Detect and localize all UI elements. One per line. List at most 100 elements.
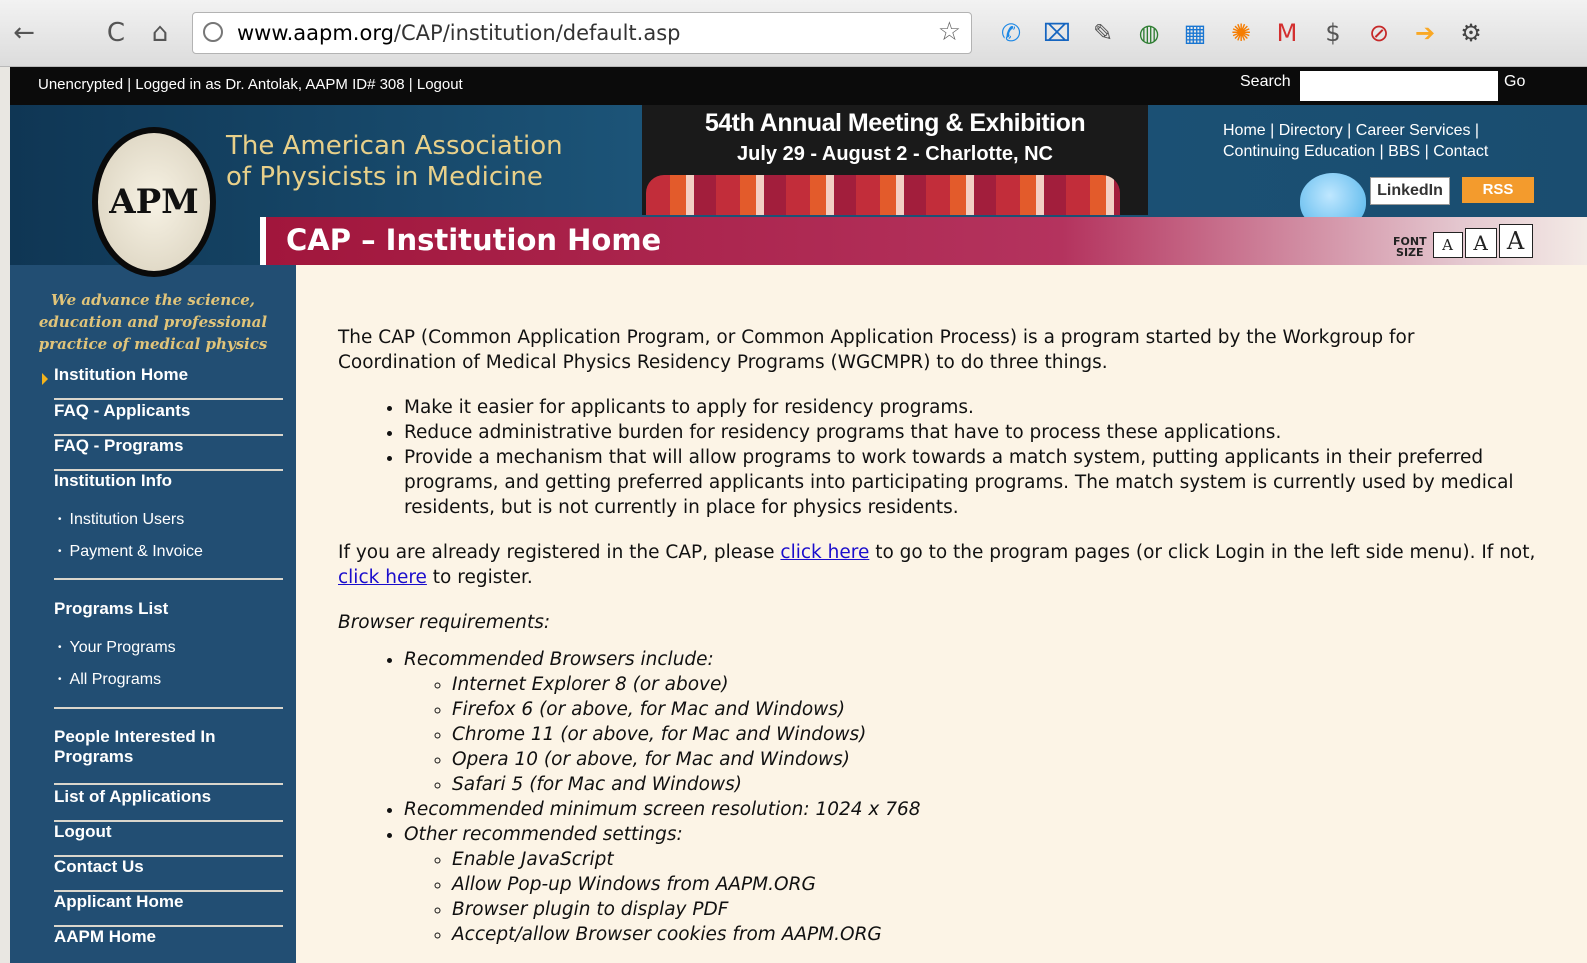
home-icon[interactable]: ⌂ [140, 14, 180, 52]
list-item: Recommended minimum screen resolution: 1… [404, 797, 1538, 822]
sidebar-subitem-payment-invoice[interactable]: Payment & Invoice [58, 543, 203, 561]
font-size-label: FONT SIZE [1393, 236, 1427, 258]
intro-line-2: Coordination of Medical Physics Residenc… [338, 352, 1108, 373]
web-page: Unencrypted | Logged in as Dr. Antolak, … [10, 67, 1587, 963]
globe-icon [203, 22, 223, 42]
extension-bar: ✆ ⌧ ✎ ◍ ▦ ✺ M $ ⊘ ➔ ⚙ [992, 14, 1490, 52]
registration-paragraph: If you are already registered in the CAP… [338, 540, 1538, 590]
tagline-line-1: We advance the science, [50, 291, 256, 309]
sidebar-item-institution-info[interactable]: Institution Info [54, 471, 283, 506]
sidebar-item-people-interested-line-1: People Interested In [54, 727, 216, 746]
stop-icon[interactable]: ⊘ [1360, 14, 1398, 52]
font-size-large-button[interactable]: A [1498, 224, 1533, 258]
top-links-line-2[interactable]: Continuing Education | BBS | Contact [1223, 141, 1488, 162]
sidebar-item-people-interested-line-2: Programs [54, 747, 134, 766]
goals-list: Make it easier for applicants to apply f… [338, 395, 1538, 520]
intro-paragraph: The CAP (Common Application Program, or … [338, 325, 1538, 375]
gear-icon[interactable]: ⚙ [1452, 14, 1490, 52]
wrench-icon[interactable]: ✎ [1084, 14, 1122, 52]
org-name[interactable]: The American Association of Physicists i… [226, 131, 563, 193]
sidebar-item-applicant-home[interactable]: Applicant Home [54, 892, 283, 927]
linkedin-button[interactable]: LinkedIn [1370, 177, 1450, 205]
requirements-list: Recommended Browsers include: Internet E… [338, 647, 1538, 947]
back-icon[interactable]: ← [4, 14, 44, 52]
org-name-line-2: of Physicists in Medicine [226, 162, 543, 192]
gmail-icon[interactable]: M [1268, 14, 1306, 52]
login-info[interactable]: Unencrypted | Logged in as Dr. Antolak, … [38, 76, 463, 93]
meeting-banner[interactable]: 54th Annual Meeting & Exhibition July 29… [642, 105, 1148, 215]
address-bar[interactable]: www.aapm.org/CAP/institution/default.asp… [192, 12, 972, 54]
dollar-icon[interactable]: $ [1314, 14, 1352, 52]
sidebar-subitem-your-programs[interactable]: Your Programs [58, 639, 176, 657]
search-label: Search [1240, 73, 1291, 90]
tagline: We advance the science, education and pr… [10, 289, 296, 355]
bookmark-x-icon[interactable]: ⌧ [1038, 14, 1076, 52]
sidebar-item-programs-list[interactable]: Programs List [54, 599, 283, 629]
sidebar: We advance the science, education and pr… [10, 265, 296, 963]
browser-toolbar: ← C ⌂ www.aapm.org/CAP/institution/defau… [0, 0, 1587, 67]
list-item: Chrome 11 (or above, for Mac and Windows… [452, 722, 1538, 747]
go-button[interactable]: Go [1504, 73, 1525, 91]
list-item: Opera 10 (or above, for Mac and Windows) [452, 747, 1538, 772]
bookmark-star-icon[interactable]: ☆ [938, 17, 961, 47]
font-size-small-button[interactable]: A [1432, 232, 1463, 258]
url-text[interactable]: www.aapm.org/CAP/institution/default.asp [237, 21, 680, 45]
registration-text-1: If you are already registered in the CAP… [338, 542, 781, 563]
url-path: /CAP/institution/default.asp [393, 21, 681, 45]
sidebar-item-aapm-home[interactable]: AAPM Home [54, 927, 283, 962]
top-links[interactable]: Home | Directory | Career Services | Con… [1223, 120, 1488, 162]
sidebar-item-logout[interactable]: Logout [54, 822, 283, 857]
tagline-line-3: practice of medical physics [38, 335, 268, 353]
aapm-logo[interactable]: APM [92, 127, 216, 277]
font-size-label-2: SIZE [1396, 246, 1424, 259]
sidebar-item-faq-programs[interactable]: FAQ - Programs [54, 436, 283, 471]
main-content: The CAP (Common Application Program, or … [338, 325, 1538, 947]
list-item: Make it easier for applicants to apply f… [404, 395, 1538, 420]
magnify-icon[interactable]: ◍ [1130, 14, 1168, 52]
sidebar-divider [54, 699, 283, 709]
org-name-line-1: The American Association [226, 131, 563, 161]
list-item: Firefox 6 (or above, for Mac and Windows… [452, 697, 1538, 722]
list-item: Provide a mechanism that will allow prog… [404, 445, 1538, 520]
sidebar-item-list-of-applications[interactable]: List of Applications [54, 787, 283, 822]
url-host: www.aapm.org [237, 21, 394, 45]
browsers-list: Internet Explorer 8 (or above) Firefox 6… [404, 672, 1538, 797]
registration-text-2: to go to the program pages (or click Log… [869, 542, 1536, 563]
list-item: Allow Pop-up Windows from AAPM.ORG [452, 872, 1538, 897]
sidebar-item-contact-us[interactable]: Contact Us [54, 857, 283, 892]
list-item: Enable JavaScript [452, 847, 1538, 872]
page-title: CAP – Institution Home [286, 223, 662, 257]
list-item: Internet Explorer 8 (or above) [452, 672, 1538, 697]
tagline-line-2: education and professional [38, 313, 268, 331]
search-input[interactable] [1300, 71, 1498, 101]
meeting-dates: July 29 - August 2 - Charlotte, NC [737, 143, 1053, 165]
list-item: Other recommended settings: Enable JavaS… [404, 822, 1538, 947]
sidebar-subitem-institution-users[interactable]: Institution Users [58, 511, 185, 529]
list-item: Browser plugin to display PDF [452, 897, 1538, 922]
browser-requirements-heading: Browser requirements: [338, 612, 551, 633]
phone-arrow-icon[interactable]: ➔ [1406, 14, 1444, 52]
list-item: Accept/allow Browser cookies from AAPM.O… [452, 922, 1538, 947]
sidebar-item-faq-applicants[interactable]: FAQ - Applicants [54, 401, 283, 436]
active-arrow-icon [42, 373, 48, 385]
top-links-line-1[interactable]: Home | Directory | Career Services | [1223, 120, 1488, 141]
register-link[interactable]: click here [338, 567, 427, 588]
registration-text-3: to register. [426, 567, 533, 588]
sidebar-divider [54, 570, 283, 580]
font-size-medium-button[interactable]: A [1464, 228, 1497, 258]
sidebar-item-people-interested[interactable]: People Interested In Programs [54, 727, 283, 785]
other-settings-title: Other recommended settings: [404, 824, 683, 845]
sidebar-subitem-all-programs[interactable]: All Programs [58, 671, 162, 689]
sidebar-item-institution-home[interactable]: Institution Home [54, 365, 283, 400]
calendar-icon[interactable]: ▦ [1176, 14, 1214, 52]
phone-icon[interactable]: ✆ [992, 14, 1030, 52]
list-item: Safari 5 (for Mac and Windows) [452, 772, 1538, 797]
list-item: Recommended Browsers include: Internet E… [404, 647, 1538, 797]
login-link[interactable]: click here [780, 542, 869, 563]
login-bar: Unencrypted | Logged in as Dr. Antolak, … [10, 67, 1587, 105]
intro-line-1: The CAP (Common Application Program, or … [338, 327, 1415, 348]
rss-button[interactable]: RSS [1462, 177, 1534, 203]
font-size-controls: FONT SIZE A A A [1393, 224, 1533, 258]
sync-icon[interactable]: ✺ [1222, 14, 1260, 52]
reload-icon[interactable]: C [96, 14, 136, 52]
